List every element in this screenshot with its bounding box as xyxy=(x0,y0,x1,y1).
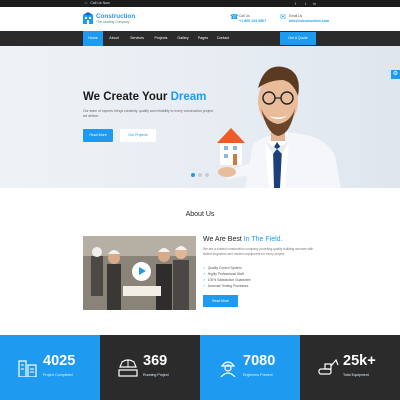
logo-icon[interactable] xyxy=(83,12,93,24)
slider-dot[interactable] xyxy=(205,173,209,177)
stat-label: Project Completed xyxy=(43,373,73,377)
hero-businessman-image xyxy=(217,66,341,188)
stat-engineers: 7080 Engineers Present xyxy=(200,335,300,400)
check-icon: ✓ xyxy=(203,284,206,288)
hero-subtitle: Our team of experts brings creativity, q… xyxy=(83,109,213,118)
logo-tagline: The Leading Company xyxy=(96,20,130,24)
contact-label: Call Us xyxy=(239,14,250,18)
stat-label: Total Equipment xyxy=(343,373,369,377)
play-button[interactable] xyxy=(132,262,151,281)
play-icon xyxy=(139,267,146,275)
about-read-more-button[interactable]: Read More xyxy=(203,295,238,307)
stat-running-projects: 369 Running Project xyxy=(100,335,200,400)
mail-icon: ✉ xyxy=(280,14,286,21)
facebook-icon[interactable]: f xyxy=(295,0,296,7)
phone-icon: ☏ xyxy=(84,1,89,5)
main-nav: Home About Services Projects Gallery Pag… xyxy=(0,31,400,46)
top-phone[interactable]: ☏ Call Us Now xyxy=(84,0,110,7)
get-quote-button[interactable]: Get A Quote xyxy=(280,32,316,45)
excavator-icon xyxy=(318,358,339,375)
top-bar: ☏ Call Us Now f t in xyxy=(0,0,400,7)
stat-equipment: 25k+ Total Equipment xyxy=(300,335,400,400)
stats-bar: 4025 Project Completed 369 Running Proje… xyxy=(0,335,400,400)
settings-gear-icon[interactable]: ⚙ xyxy=(391,70,400,79)
top-phone-text: Call Us Now xyxy=(90,1,110,5)
worker-icon xyxy=(118,359,138,377)
contact-value: info@construction.com xyxy=(289,19,330,23)
check-icon: ✓ xyxy=(203,266,206,270)
about-section-title: About Us xyxy=(185,211,215,218)
buildings-icon xyxy=(18,360,37,377)
list-item: ✓ Highly Professional Staff xyxy=(203,272,244,276)
nav-item-projects[interactable]: Projects xyxy=(150,31,172,46)
nav-item-about[interactable]: About xyxy=(104,31,124,46)
stat-label: Engineers Present xyxy=(243,373,273,377)
nav-item-contact[interactable]: Contact xyxy=(212,31,234,46)
contact-label: Email Us xyxy=(289,14,303,18)
stat-number: 7080 xyxy=(243,353,276,369)
nav-item-gallery[interactable]: Gallery xyxy=(172,31,194,46)
contact-value: +1 800 123 4567 xyxy=(239,19,267,23)
header: Construction The Leading Company ☎ Call … xyxy=(0,7,400,31)
stat-number: 369 xyxy=(143,353,168,369)
logo-name[interactable]: Construction xyxy=(96,13,135,20)
about-heading: We Are Best In The Field. xyxy=(203,236,283,243)
twitter-icon[interactable]: t xyxy=(305,0,306,7)
check-icon: ✓ xyxy=(203,272,206,276)
nav-item-home[interactable]: Home xyxy=(83,31,103,46)
nav-item-services[interactable]: Services xyxy=(125,31,149,46)
list-item: ✓ Accurate Testing Processes xyxy=(203,284,249,288)
our-projects-button[interactable]: Our Projects xyxy=(120,129,156,142)
stat-label: Running Project xyxy=(143,373,169,377)
linkedin-icon[interactable]: in xyxy=(313,0,316,7)
stat-number: 25k+ xyxy=(343,353,376,369)
check-icon: ✓ xyxy=(203,278,206,282)
phone-icon: ☎ xyxy=(230,14,239,21)
read-more-button[interactable]: Read More xyxy=(83,129,113,142)
hero-title: We Create Your Dream xyxy=(83,91,207,103)
slider-dot[interactable] xyxy=(191,173,195,177)
nav-item-pages[interactable]: Pages xyxy=(194,31,212,46)
about-paragraph: We are a trusted construction company pr… xyxy=(203,247,314,256)
list-item: ✓ 100% Satisfaction Guarantee xyxy=(203,278,251,282)
hero-slider: We Create Your Dream Our team of experts… xyxy=(0,46,400,188)
stat-projects-completed: 4025 Project Completed xyxy=(0,335,100,400)
slider-dot[interactable] xyxy=(198,173,202,177)
about-video[interactable] xyxy=(83,236,196,310)
engineer-icon xyxy=(220,361,236,377)
list-item: ✓ Quality Control System xyxy=(203,266,242,270)
stat-number: 4025 xyxy=(43,353,76,369)
